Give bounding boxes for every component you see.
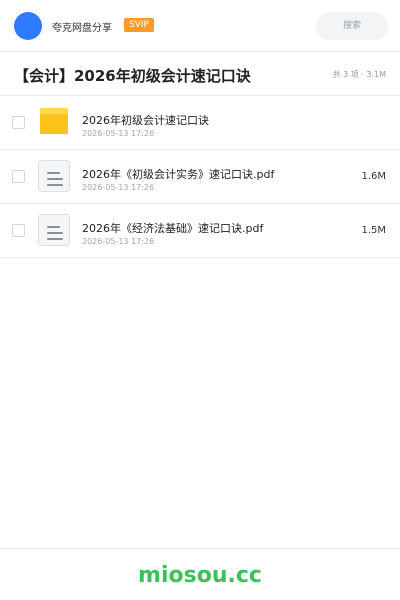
document-icon: [38, 160, 70, 192]
row-checkbox[interactable]: [12, 224, 25, 237]
file-size: 1.6M: [361, 171, 386, 182]
file-date: 2026-05-13 17:26: [82, 129, 155, 138]
row-checkbox[interactable]: [12, 170, 25, 183]
file-date: 2026-05-13 17:26: [82, 237, 155, 246]
share-summary: 共 3 项 · 3.1M: [332, 70, 386, 79]
watermark-text: miosou.cc: [138, 563, 262, 588]
folder-icon: [38, 108, 70, 138]
search-input[interactable]: 搜索: [316, 12, 388, 40]
file-size: 1.5M: [361, 225, 386, 236]
file-name: 2026年《经济法基础》速记口诀.pdf: [82, 222, 264, 235]
file-name: 2026年《初级会计实务》速记口诀.pdf: [82, 168, 275, 181]
svip-badge: SVIP: [124, 18, 154, 32]
header-bar: 夸克网盘分享 SVIP 搜索: [0, 0, 400, 52]
file-date: 2026-05-13 17:26: [82, 183, 155, 192]
share-title-row: 【会计】2026年初级会计速记口诀 共 3 项 · 3.1M: [0, 52, 400, 96]
file-row-folder[interactable]: 2026年初级会计速记口诀 2026-05-13 17:26: [0, 96, 400, 150]
file-name: 2026年初级会计速记口诀: [82, 114, 209, 127]
file-row-document[interactable]: 2026年《初级会计实务》速记口诀.pdf 2026-05-13 17:26 1…: [0, 150, 400, 204]
page-title: 【会计】2026年初级会计速记口诀: [14, 67, 251, 85]
app-name: 夸克网盘分享: [52, 23, 112, 34]
avatar[interactable]: [14, 12, 42, 40]
file-list: 2026年初级会计速记口诀 2026-05-13 17:26 2026年《初级会…: [0, 96, 400, 258]
file-row-document[interactable]: 2026年《经济法基础》速记口诀.pdf 2026-05-13 17:26 1.…: [0, 204, 400, 258]
document-icon: [38, 214, 70, 246]
footer-bar: miosou.cc: [0, 548, 400, 600]
row-checkbox[interactable]: [12, 116, 25, 129]
